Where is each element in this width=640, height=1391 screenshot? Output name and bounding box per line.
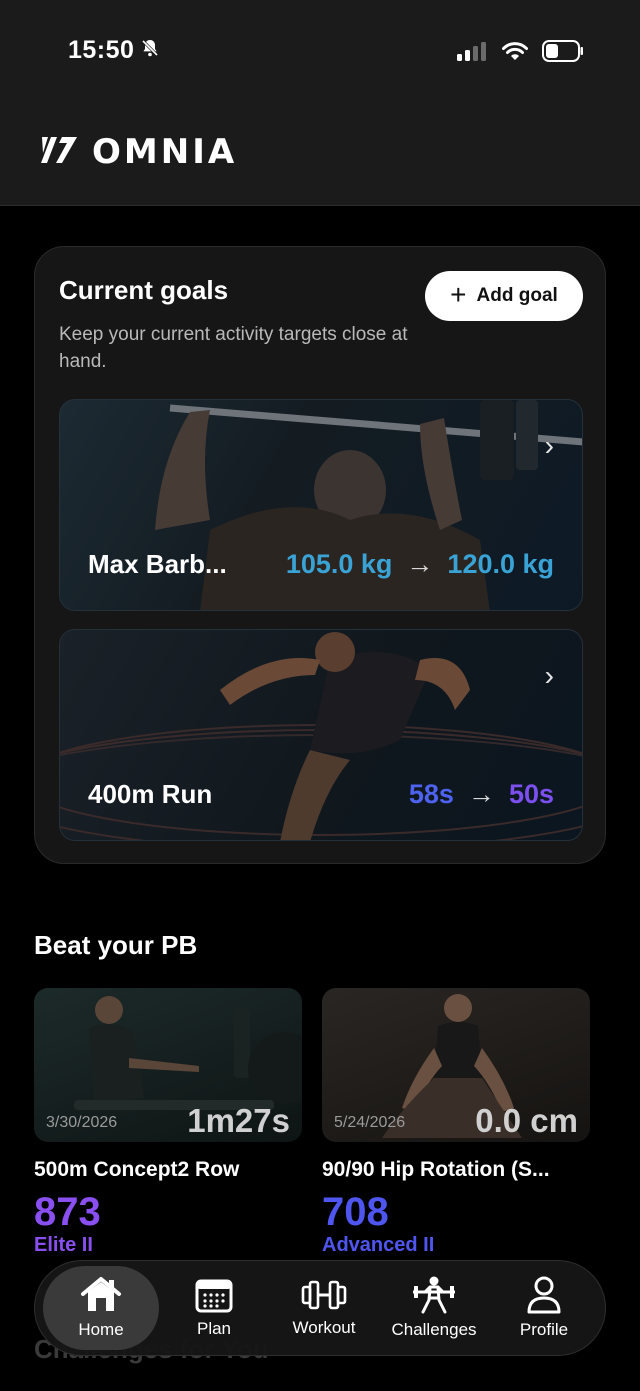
pb-level: Elite II [34,1234,93,1256]
pb-card-hip[interactable]: 5/24/2026 0.0 cm 90/90 Hip Rotation (S..… [322,988,590,1256]
calendar-icon [195,1277,233,1313]
goal-target-value: 50s [508,779,554,809]
goals-title: Current goals [59,275,229,305]
goal-name: 400m Run [88,779,213,809]
pb-card-row[interactable]: 3/30/2026 1m27s 500m Concept2 Row 873 El… [34,988,302,1256]
nav-home[interactable]: Home [43,1266,159,1350]
bell-off-icon [140,36,160,65]
pb-section-title: Beat your PB [34,930,198,960]
status-time: 15:50 [68,36,160,65]
arrow-right-icon: → [467,779,495,809]
add-goal-button[interactable]: + Add goal [425,271,583,321]
pb-card-image: 3/30/2026 1m27s [34,988,302,1142]
nav-profile[interactable]: Profile [489,1266,599,1350]
wifi-icon [502,41,528,66]
omnia-mark-icon [40,133,80,172]
nav-label: Home [78,1320,124,1339]
goals-subtitle: Keep your current activity targets close… [59,324,408,372]
pb-date: 3/30/2026 [46,1114,118,1131]
nav-label: Workout [292,1318,356,1337]
brand-name: OMNIA [92,132,238,172]
goal-values: 58s → 50s [409,779,554,810]
dumbbell-icon [300,1278,348,1312]
pb-exercise-name: 90/90 Hip Rotation (S... [322,1158,550,1181]
pb-card-image: 5/24/2026 0.0 cm [322,988,590,1142]
status-indicators [456,40,584,67]
battery-icon [542,40,584,67]
pb-level: Advanced II [322,1234,435,1256]
nav-label: Plan [196,1319,232,1338]
goal-tile-run[interactable]: › 400m Run 58s → 50s [59,629,583,841]
plus-icon: + [450,278,467,310]
weightlifter-icon [411,1276,457,1314]
nav-workout[interactable]: Workout [269,1266,379,1350]
pb-date: 5/24/2026 [334,1114,406,1131]
pb-score: 708 [322,1190,389,1234]
chevron-right-icon: › [544,430,554,461]
goal-tile-barbell[interactable]: › Max Barb... 105.0 kg → 120.0 kg [59,399,583,611]
chevron-right-icon: › [544,660,554,691]
goal-name: Max Barb... [88,549,227,579]
home-icon [79,1276,123,1314]
signal-icon [456,41,488,66]
nav-plan[interactable]: Plan [159,1266,269,1350]
nav-label: Challenges [391,1320,477,1339]
person-icon [526,1276,562,1314]
pb-score: 873 [34,1190,101,1234]
pb-result: 0.0 cm [475,1102,578,1139]
bottom-nav: Home Plan Workout Challenges Profile [34,1260,606,1356]
app-header: 15:50 OMNIA [0,0,640,206]
status-time-text: 15:50 [68,36,135,64]
pb-result: 1m27s [187,1102,290,1139]
goal-current-value: 58s [408,779,454,809]
goal-target-value: 120.0 kg [447,549,554,579]
nav-label: Profile [519,1320,569,1339]
current-goals-card: Current goals Keep your current activity… [34,246,606,864]
nav-challenges[interactable]: Challenges [379,1266,489,1350]
arrow-right-icon: → [406,549,434,579]
add-goal-label: Add goal [476,285,558,306]
pb-exercise-name: 500m Concept2 Row [34,1158,240,1181]
brand-logo[interactable]: OMNIA [40,132,237,172]
goal-values: 105.0 kg → 120.0 kg [286,549,554,580]
goal-current-value: 105.0 kg [285,549,393,579]
